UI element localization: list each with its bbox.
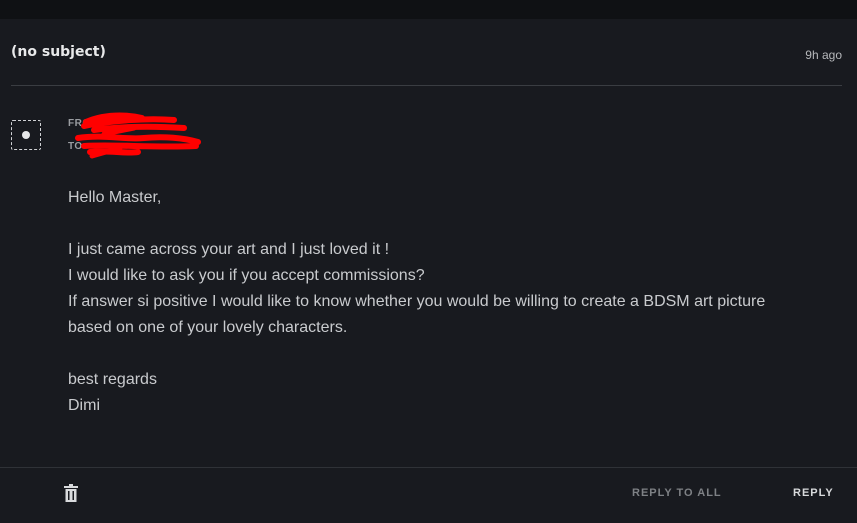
body-line: If answer si positive I would like to kn…: [68, 293, 766, 310]
top-bar: [0, 0, 857, 19]
body-line: best regards: [68, 371, 157, 388]
body-line: based on one of your lovely characters.: [68, 319, 348, 336]
message-body: Hello Master, I just came across your ar…: [68, 185, 838, 419]
trash-icon[interactable]: [64, 484, 78, 502]
message-timestamp: 9h ago: [805, 48, 842, 62]
message-footer: REPLY TO ALL REPLY: [0, 468, 857, 523]
body-line: Dimi: [68, 397, 100, 414]
message-header: (no subject) 9h ago: [0, 19, 857, 85]
avatar-face: [22, 131, 30, 139]
body-line: I would like to ask you if you accept co…: [68, 267, 425, 284]
reply-to-all-button[interactable]: REPLY TO ALL: [632, 487, 722, 499]
body-line: I just came across your art and I just l…: [68, 241, 390, 258]
message-subject: (no subject): [11, 44, 106, 60]
reply-button[interactable]: REPLY: [793, 487, 834, 499]
redaction-scribble: [75, 112, 201, 159]
header-divider: [11, 85, 842, 86]
avatar-icon[interactable]: [11, 120, 41, 150]
body-line: Hello Master,: [68, 189, 162, 206]
